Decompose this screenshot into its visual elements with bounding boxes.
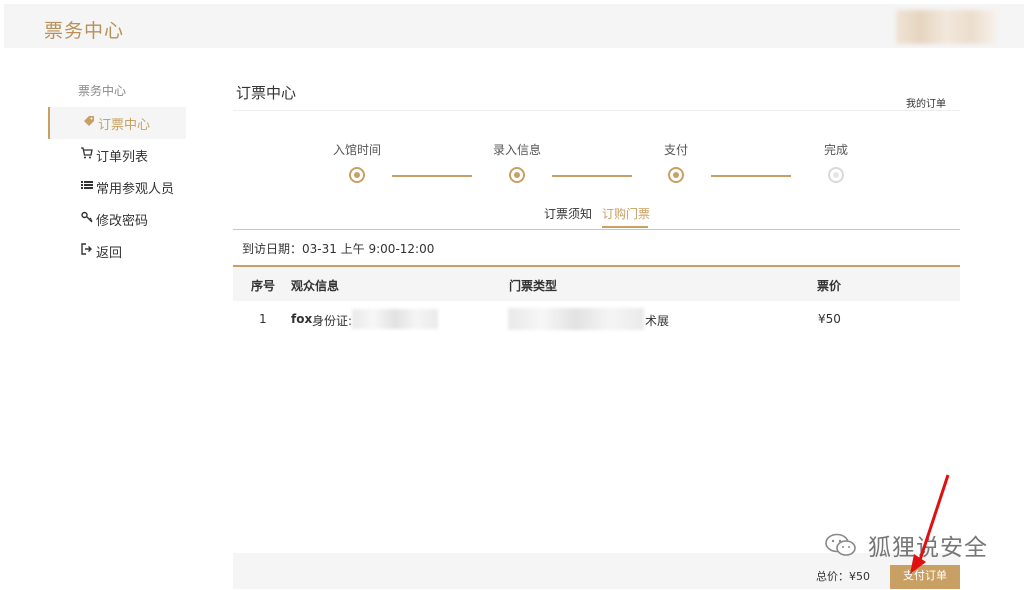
list-icon [80,179,94,193]
column-header-visitor: 观众信息 [291,279,340,293]
step-connector [711,175,791,177]
step-indicator-entry-time [349,167,365,183]
divider [233,110,960,111]
wechat-icon [824,532,858,558]
step-connector [552,175,632,177]
sidebar-item-back[interactable]: 返回 [48,235,184,267]
divider [233,229,960,230]
step-indicator-enter-info [509,167,525,183]
top-bar: 票务中心 [4,4,1024,48]
sidebar-item-label: 常用参观人员 [96,182,175,197]
step-label-payment: 支付 [663,143,688,157]
cart-icon [80,147,94,161]
key-icon [80,211,94,225]
visit-date: 到访日期：03-31 上午 9:00-12:00 [242,242,435,256]
step-indicator-payment [668,167,684,183]
active-tab-indicator [602,226,648,228]
table-header: 序号 观众信息 门票类型 票价 [233,267,960,301]
ticket-price: ¥50 [818,312,841,326]
sidebar-item-label: 订票中心 [98,118,151,133]
sidebar-item-change-password[interactable]: 修改密码 [48,203,184,235]
sign-out-icon [80,243,94,257]
sidebar-item-label: 订单列表 [96,150,149,165]
step-connector [392,175,472,177]
page-title: 订票中心 [236,84,297,102]
tag-icon [82,115,96,129]
tab-buy-tickets[interactable]: 订购门票 [602,205,650,222]
my-orders-link[interactable]: 我的订单 [906,95,946,110]
sidebar-item-label: 返回 [96,246,123,261]
user-avatar[interactable] [896,10,996,44]
sidebar-item-frequent-visitors[interactable]: 常用参观人员 [48,171,184,203]
column-header-ticket-type: 门票类型 [509,279,558,293]
step-indicator-complete [828,167,844,183]
tab-booking-notice[interactable]: 订票须知 [544,205,592,222]
step-label-entry-time: 入馆时间 [332,143,381,157]
step-label-complete: 完成 [823,143,848,157]
sidebar-item-order-list[interactable]: 订单列表 [48,139,184,171]
column-header-price: 票价 [817,279,842,293]
sidebar-item-label: 修改密码 [96,214,149,229]
annotation-arrow-icon [910,474,950,574]
sidebar-item-booking-center[interactable]: 订票中心 [48,107,186,139]
step-label-enter-info: 录入信息 [492,143,541,157]
visitor-name: fox [291,312,313,326]
visitor-id-label: 身份证: [312,314,353,328]
redacted-id-number [352,309,438,329]
redacted-ticket-type [508,308,644,330]
total-price: 总价：¥50 [816,570,870,583]
column-header-index: 序号 [251,279,276,293]
row-index: 1 [259,312,267,326]
brand-title: 票务中心 [44,20,125,42]
sidebar-heading: 票务中心 [78,84,127,98]
ticket-type: 术展 [645,314,670,328]
